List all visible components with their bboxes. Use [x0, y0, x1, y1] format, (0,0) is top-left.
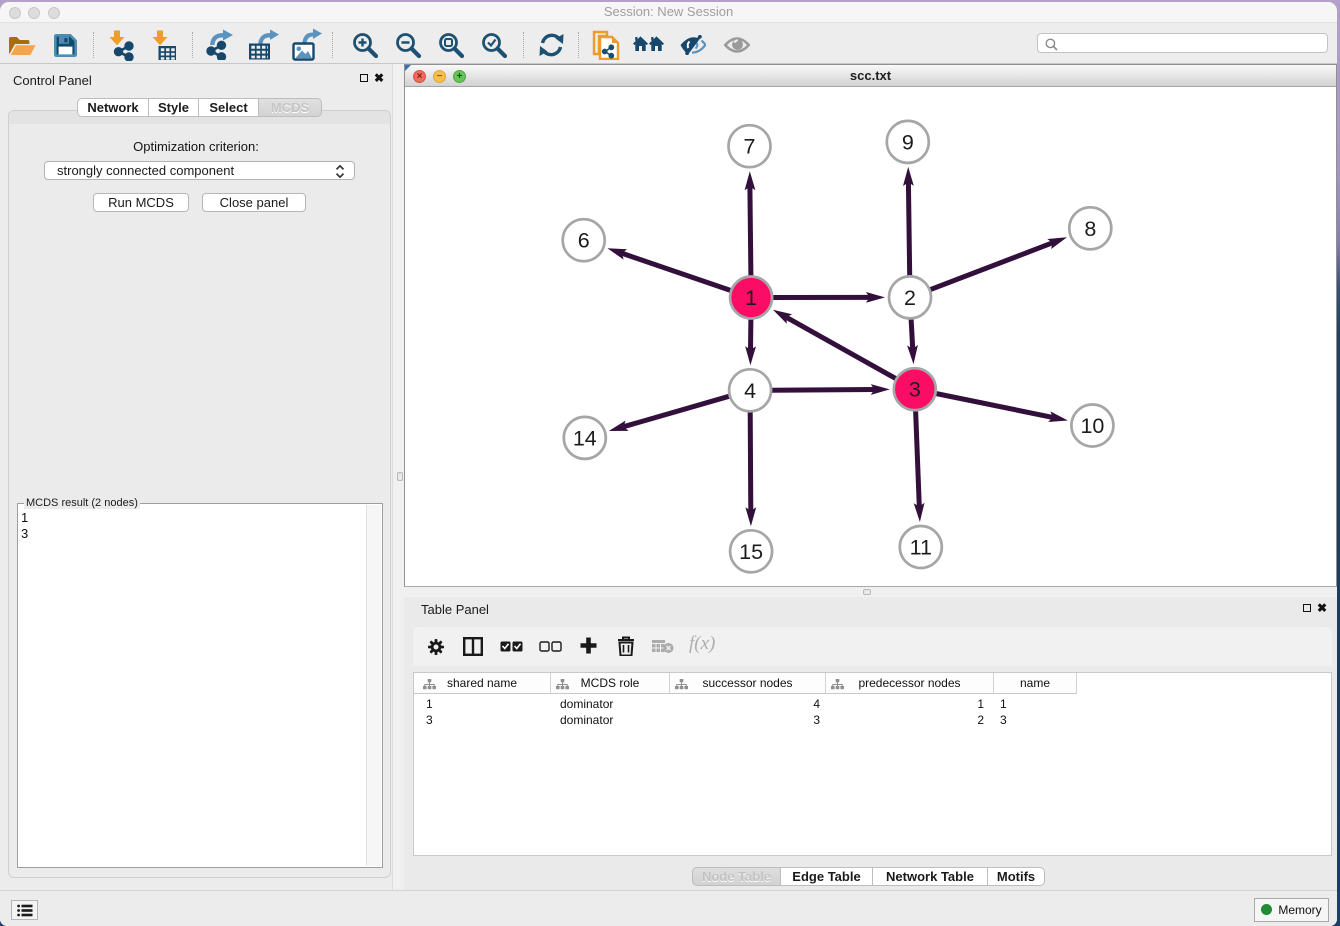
svg-text:6: 6: [578, 229, 590, 253]
svg-text:4: 4: [744, 379, 756, 403]
svg-text:14: 14: [573, 426, 597, 450]
svg-text:3: 3: [909, 378, 921, 402]
svg-text:8: 8: [1084, 217, 1096, 241]
svg-text:11: 11: [910, 536, 932, 560]
svg-text:10: 10: [1080, 414, 1104, 438]
svg-text:15: 15: [739, 540, 763, 564]
svg-text:9: 9: [902, 130, 914, 154]
svg-text:1: 1: [745, 286, 757, 310]
svg-text:2: 2: [904, 286, 916, 310]
svg-text:7: 7: [744, 135, 756, 159]
